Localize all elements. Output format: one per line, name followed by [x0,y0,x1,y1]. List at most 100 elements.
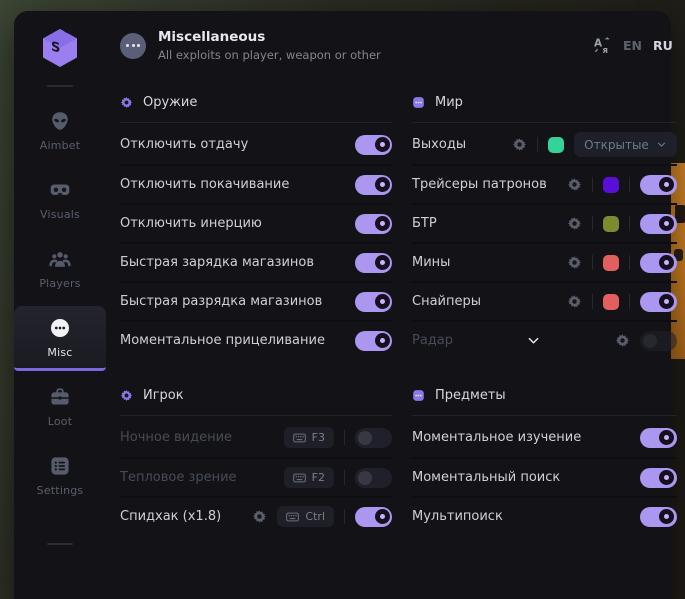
hotkey-badge[interactable]: F3 [284,427,334,448]
left-column: ОружиеОтключить отдачуОтключить покачива… [120,92,392,535]
sidebar-item-label: Misc [47,346,72,359]
gear-icon[interactable] [252,509,267,524]
toggle-switch[interactable] [640,507,677,527]
feature-label: Моментальное прицеливание [120,333,325,348]
section-title: Игрок [143,388,184,403]
toggle-switch[interactable] [640,253,677,273]
color-swatch[interactable] [548,137,564,153]
toggle-switch[interactable] [640,331,677,351]
page-title: Miscellaneous [158,29,381,45]
page-header: Miscellaneous All exploits on player, we… [120,25,677,62]
sidebar-item-misc[interactable]: Misc [14,306,106,371]
sidebar-item-aimbet[interactable]: Aimbet [14,99,106,164]
toggle-switch[interactable] [640,175,677,195]
section-rows: Моментальное изучениеМоментальный поискМ… [412,418,677,535]
ellipsis-circle-icon [49,317,71,339]
hotkey-badge[interactable]: F2 [284,467,334,488]
lang-ru-button[interactable]: RU [653,38,673,53]
lang-en-button[interactable]: EN [623,38,642,53]
gear-icon[interactable] [567,177,582,192]
toggle-switch[interactable] [355,428,392,448]
section-header: Мир [412,92,677,112]
section-divider [120,415,392,416]
toggle-switch[interactable] [355,135,392,155]
sections-grid: ОружиеОтключить отдачуОтключить покачива… [120,92,677,535]
keyboard-icon [286,512,299,522]
ellipsis-circle-icon [120,33,146,59]
feature-row: Быстрая зарядка магазинов [120,242,392,281]
translate-icon[interactable]: A я [593,36,612,55]
toggle-switch[interactable] [355,468,392,488]
gear-icon[interactable] [512,137,527,152]
gear-icon [120,96,133,109]
toggle-switch[interactable] [355,214,392,234]
toggle-switch[interactable] [640,292,677,312]
toggle-switch[interactable] [355,507,392,527]
section-rows: Ночное видение F3 Тепловое зрениеF2 Спидхак… [120,418,392,535]
dots-square-icon [412,389,425,402]
separator [344,430,345,445]
separator [592,294,593,309]
section-title: Мир [435,95,463,110]
main-content: Miscellaneous All exploits on player, we… [106,11,685,599]
feature-label: Моментальный поиск [412,470,560,485]
gear-icon[interactable] [615,333,630,348]
gear-icon[interactable] [567,216,582,231]
toggle-switch[interactable] [355,331,392,351]
color-swatch[interactable] [603,294,619,310]
section-title: Оружие [143,95,197,110]
color-swatch[interactable] [603,177,619,193]
toggle-switch[interactable] [355,292,392,312]
sidebar-item-settings[interactable]: Settings [14,444,106,509]
sidebar-item-visuals[interactable]: Visuals [14,168,106,233]
separator [592,255,593,270]
toggle-switch[interactable] [640,214,677,234]
feature-label: Отключить отдачу [120,137,248,152]
sidebar-item-label: Aimbet [40,139,81,152]
feature-row: Отключить инерцию [120,203,392,242]
feature-row: Тепловое зрениеF2 [120,457,392,496]
toggle-switch[interactable] [355,253,392,273]
color-swatch[interactable] [603,216,619,232]
hotkey-badge[interactable]: Ctrl [277,506,334,527]
feature-row: Мины [412,242,677,281]
toggle-switch[interactable] [640,428,677,448]
feature-label: Отключить инерцию [120,216,262,231]
toggle-switch[interactable] [355,175,392,195]
feature-row: Отключить отдачу [120,125,392,164]
separator [629,216,630,231]
feature-label: Мины [412,255,450,270]
separator [344,470,345,485]
color-swatch[interactable] [603,255,619,271]
list-settings-icon [49,455,71,477]
feature-row: БТР [412,203,677,242]
toggle-switch[interactable] [640,468,677,488]
feature-label: Трейсеры патронов [412,177,547,192]
feature-label: Спидхак (x1.8) [120,509,221,524]
section-divider [412,122,677,123]
section-divider [412,415,677,416]
hotkey-label: F3 [312,431,325,444]
sidebar-item-label: Loot [48,415,73,428]
section-divider [120,122,392,123]
dropdown-value: Открытые [584,138,649,152]
sidebar-item-label: Players [39,277,80,290]
section-rows: ВыходыОткрытыеТрейсеры патроновБТРМиныСн… [412,125,677,359]
feature-row: Быстрая разрядка магазинов [120,281,392,320]
feature-row: Радар [412,320,677,359]
gear-icon[interactable] [567,255,582,270]
section-header: Игрок [120,385,392,405]
feature-row: Моментальное изучение [412,418,677,457]
sidebar-item-loot[interactable]: Loot [14,375,106,440]
page-subtitle: All exploits on player, weapon or other [158,48,381,62]
players-icon [49,248,71,270]
sidebar-item-players[interactable]: Players [14,237,106,302]
feature-label: Ночное видение [120,430,232,445]
feature-label: Быстрая зарядка магазинов [120,255,314,270]
gear-icon[interactable] [567,294,582,309]
chevron-down-icon[interactable] [526,333,541,348]
section-header: Оружие [120,92,392,112]
dropdown-select[interactable]: Открытые [574,132,677,157]
separator [629,294,630,309]
right-column: МирВыходыОткрытыеТрейсеры патроновБТРМин… [412,92,677,535]
